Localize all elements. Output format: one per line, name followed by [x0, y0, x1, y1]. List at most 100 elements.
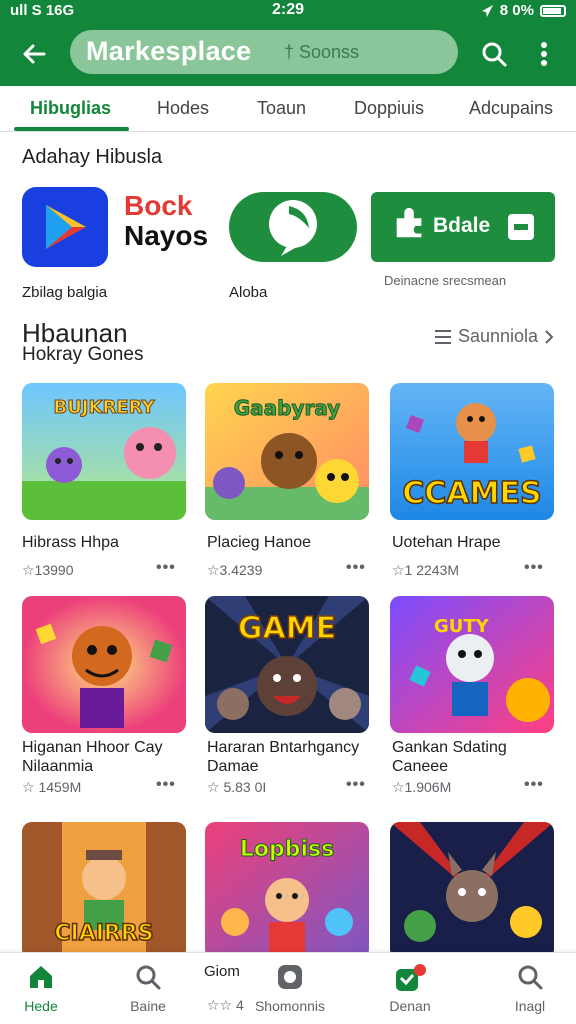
- nav-overlay-rating: ☆☆ 4: [207, 997, 244, 1013]
- game-artwork: Lopbiss: [205, 822, 369, 959]
- tab-hibuglias[interactable]: Hibuglias: [30, 98, 111, 119]
- featured-app-bdale[interactable]: Bdale: [371, 192, 555, 262]
- search-button[interactable]: [474, 34, 514, 74]
- nav-home-label: Hede: [24, 998, 58, 1014]
- game-tile-1[interactable]: BUJKRERY: [22, 383, 186, 520]
- chevron-right-icon: [545, 329, 554, 344]
- art-text: Gaabyray: [234, 396, 341, 420]
- art-text: BUJKRERY: [53, 397, 155, 418]
- game-name: Gankan Sdating Caneee: [392, 739, 507, 775]
- nav-denan-label: Denan: [389, 998, 431, 1014]
- nav-search-label: Baine: [130, 998, 166, 1014]
- featured-label-3: Aloba: [229, 284, 268, 301]
- game-artwork: GUTY: [390, 596, 554, 733]
- featured-heading: Adahay Hibusla: [22, 146, 163, 168]
- game-rating: ☆1 2243M: [392, 562, 460, 578]
- nav-inagl-label: Inagl: [514, 998, 546, 1014]
- art-text: CCAMES: [402, 476, 541, 511]
- back-button[interactable]: [14, 34, 54, 74]
- app-title: Markesplace: [86, 36, 252, 66]
- game-artwork: CCAMES: [390, 383, 554, 520]
- nayos-wordmark: Nayos: [124, 220, 209, 251]
- game-rating: ☆ 5.83 0I: [207, 779, 267, 795]
- more-vert-icon: [541, 42, 547, 66]
- see-all-button[interactable]: Saunniola: [434, 326, 554, 347]
- section-subtitle: Hokray Gones: [22, 344, 144, 365]
- nav-home[interactable]: Hede: [0, 953, 96, 1024]
- app-bar: Markesplace † Soonss: [0, 22, 576, 86]
- search-placeholder: † Soonss: [284, 42, 360, 62]
- search-bar[interactable]: Markesplace † Soonss: [70, 30, 458, 74]
- game-name: Hararan Bntarhgancy Damae: [207, 739, 360, 775]
- art-text: GUTY: [434, 616, 490, 637]
- nav-inagl[interactable]: Inagl: [475, 953, 576, 1024]
- more-options-icon[interactable]: •••: [524, 776, 544, 794]
- game-tile-7[interactable]: CIAIRRS: [22, 822, 186, 959]
- nav-shomonnis[interactable]: Shomonnis: [235, 953, 345, 1024]
- home-icon: [30, 966, 52, 988]
- apps-icon: [278, 965, 302, 989]
- game-artwork: CIAIRRS: [22, 822, 186, 959]
- more-options-icon[interactable]: •••: [156, 559, 176, 577]
- game-tile-4[interactable]: [22, 596, 186, 733]
- bottom-navigation: Hede Baine Shomonnis Denan Inagl: [0, 952, 576, 1024]
- window-icon: [508, 214, 534, 240]
- bock-wordmark: Bock: [124, 190, 193, 221]
- game-tile-9[interactable]: [390, 822, 554, 959]
- tab-toaun[interactable]: Toaun: [257, 98, 306, 119]
- nav-search[interactable]: Baine: [93, 953, 203, 1024]
- battery-percent: 8 0%: [499, 2, 534, 19]
- status-bar: ull S 16G 2:29 8 0%: [0, 0, 576, 22]
- game-artwork: Gaabyray: [205, 383, 369, 520]
- game-artwork: GAME: [205, 596, 369, 733]
- game-rating: ☆1.906M: [392, 779, 452, 795]
- bdale-label: Bdale: [433, 214, 491, 237]
- game-rating: ☆3.4239: [207, 562, 263, 578]
- featured-app-play[interactable]: [22, 187, 108, 267]
- see-all-label: Saunniola: [458, 326, 539, 346]
- game-name: Higanan Hhoor Cay Nilaanmia: [22, 739, 163, 775]
- game-tile-6[interactable]: GUTY: [390, 596, 554, 733]
- more-options-icon[interactable]: •••: [346, 776, 366, 794]
- game-artwork: [390, 822, 554, 959]
- game-rating: ☆13990: [22, 562, 74, 578]
- game-artwork: [22, 596, 186, 733]
- game-rating: ☆ 1459M: [22, 779, 82, 795]
- back-arrow-icon: [23, 44, 46, 64]
- active-tab-indicator: [14, 127, 129, 131]
- more-options-button[interactable]: [526, 34, 562, 74]
- play-store-icon: [22, 187, 108, 267]
- chat-bubble-icon: [269, 200, 317, 256]
- nav-denan[interactable]: Denan: [355, 953, 465, 1024]
- game-name: Uotehan Hrape: [392, 534, 501, 551]
- search-icon: [136, 965, 161, 990]
- puzzle-icon: [396, 207, 422, 238]
- battery-icon: [540, 4, 566, 17]
- game-tile-2[interactable]: Gaabyray: [205, 383, 369, 520]
- list-icon: [435, 329, 451, 344]
- location-icon: [481, 4, 493, 17]
- search-icon: [482, 42, 507, 67]
- tab-doppiuis[interactable]: Doppiuis: [354, 98, 424, 119]
- game-tile-3[interactable]: CCAMES: [390, 383, 554, 520]
- featured-caption: Deinacne srecsmean: [384, 273, 507, 288]
- featured-app-aloba[interactable]: [229, 192, 357, 262]
- game-tile-8[interactable]: Lopbiss: [205, 822, 369, 959]
- game-name: Placieg Hanoe: [207, 534, 312, 551]
- status-right: 8 0%: [480, 2, 566, 19]
- art-text: CIAIRRS: [54, 921, 153, 946]
- more-options-icon[interactable]: •••: [346, 559, 366, 577]
- featured-app-bock[interactable]: Bock Nayos: [124, 190, 216, 266]
- search-icon: [518, 965, 543, 990]
- tab-adcupains[interactable]: Adcupains: [469, 98, 553, 119]
- tab-hodes[interactable]: Hodes: [157, 98, 209, 119]
- more-options-icon[interactable]: •••: [156, 776, 176, 794]
- more-options-icon[interactable]: •••: [524, 559, 544, 577]
- store-bag-icon: [396, 964, 426, 991]
- category-tabs: Hibuglias Hodes Toaun Doppiuis Adcupains: [0, 86, 576, 132]
- featured-label-1: Zbilag balgia: [22, 284, 108, 301]
- game-tile-5[interactable]: GAME: [205, 596, 369, 733]
- nav-shomonnis-label: Shomonnis: [254, 998, 326, 1014]
- nav-overlay-text: Giom: [204, 963, 240, 980]
- art-text: Lopbiss: [240, 837, 334, 862]
